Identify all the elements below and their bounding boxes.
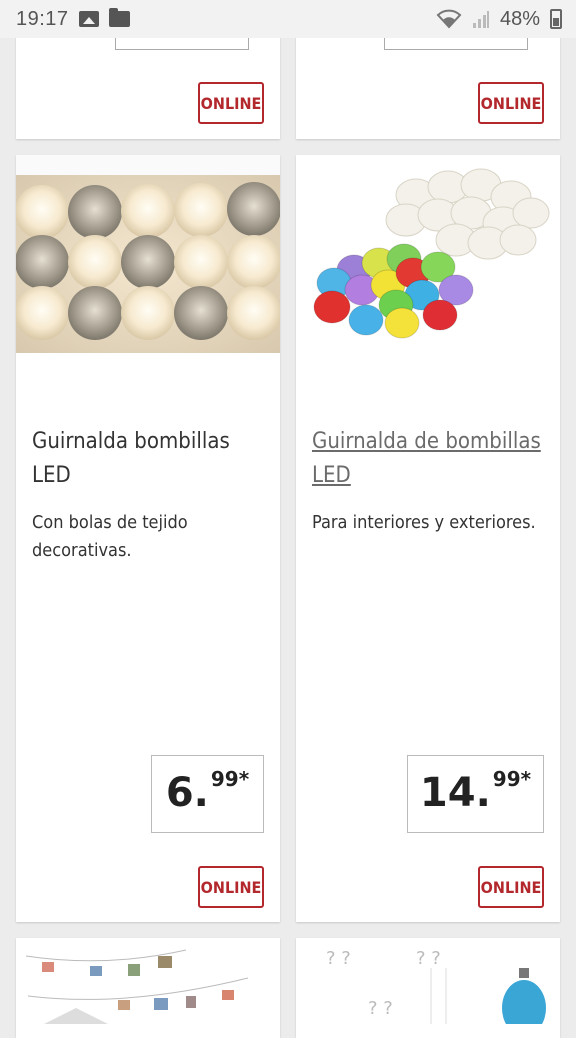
product-image[interactable] [296,155,560,353]
battery-icon [550,9,562,29]
price-integer: 14. [419,770,491,816]
product-card-cotton-balls[interactable]: Guirnalda bombillas LED Con bolas de tej… [16,155,280,922]
paper-lantern-lights-image [296,155,560,353]
hanging-hooks-bulb-image: ? ? ? ? ? ? [326,948,546,1036]
price-box: 6. 99* [151,755,264,833]
svg-text:? ?: ? ? [326,948,351,969]
product-card-lanterns[interactable]: Guirnalda de bombillas LED Para interior… [296,155,560,922]
status-time: 19:17 [16,7,69,30]
online-badge: ONLINE [198,866,264,908]
product-title-link[interactable]: Guirnalda de bombillas LED [312,425,544,493]
online-badge: ONLINE [478,82,544,124]
svg-text:? ?: ? ? [416,948,441,969]
product-description: Con bolas de tejido decorativas. [32,512,188,561]
product-title[interactable]: Guirnalda bombillas LED [32,425,264,493]
status-left: 19:17 [16,8,130,31]
price-box: 14. 99* [407,755,544,833]
product-card[interactable] [16,938,280,1038]
price-integer: 6. [165,770,209,816]
online-badge: ONLINE [198,82,264,124]
price-decimal: 99* [492,767,532,791]
image-notification-icon [78,11,99,27]
product-description: Para interiores y exteriores. [312,512,536,533]
wifi-icon [436,9,462,29]
product-card[interactable]: ? ? ? ? ? ? [296,938,560,1038]
battery-percent: 48% [499,7,540,30]
online-badge: ONLINE [478,866,544,908]
product-image[interactable] [16,155,280,353]
signal-icon [472,11,489,28]
status-bar: 19:17 48% [0,0,576,38]
folder-notification-icon [108,8,130,27]
svg-text:? ?: ? ? [368,998,393,1019]
photo-clip-string-image [25,949,249,1024]
cotton-ball-lights-image [16,155,280,353]
price-decimal: 99* [210,767,250,791]
status-right: 48% [436,8,562,31]
